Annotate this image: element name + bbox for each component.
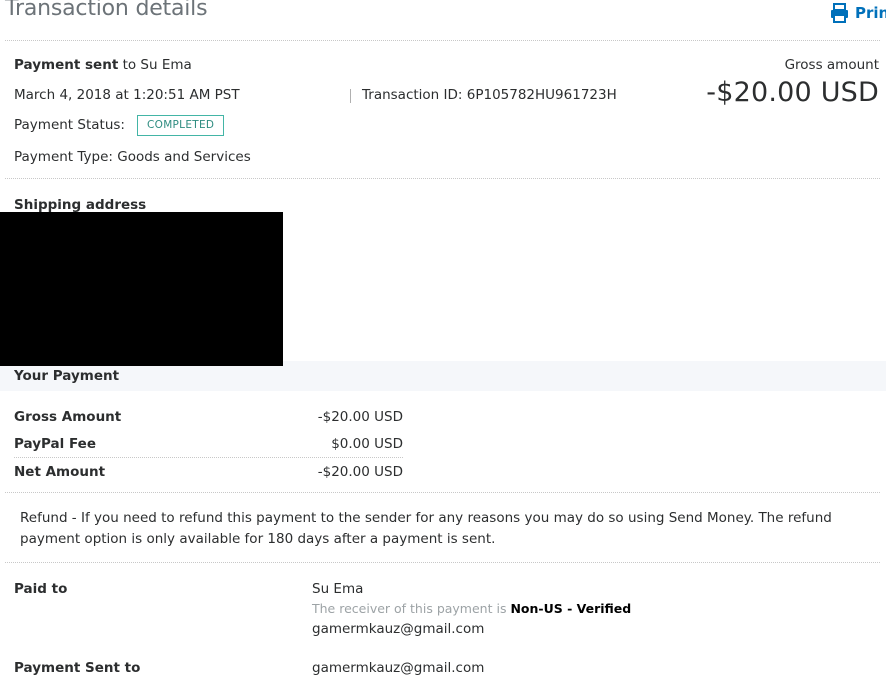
printer-icon <box>830 3 849 23</box>
paid-to-label: Paid to <box>14 581 68 597</box>
paypal-fee-row-label: PayPal Fee <box>14 436 96 452</box>
payment-type: Payment Type: Goods and Services <box>14 149 251 165</box>
payment-status-label: Payment Status: <box>14 117 125 133</box>
refund-note: Refund - If you need to refund this paym… <box>20 510 832 547</box>
payment-recipient: to Su Ema <box>118 57 192 73</box>
receiver-status-line: The receiver of this payment is Non-US -… <box>312 601 631 616</box>
transaction-details-page: Transaction details Print Payment sent t… <box>0 0 886 697</box>
divider <box>5 40 880 41</box>
gross-amount-row-label: Gross Amount <box>14 409 122 425</box>
transaction-id-value[interactable]: 6P105782HU961723H <box>467 87 617 103</box>
payment-sent-label: Payment sent <box>14 57 119 73</box>
divider <box>5 562 880 563</box>
transaction-id-line: Transaction ID: 6P105782HU961723H <box>362 87 617 103</box>
payment-datetime: March 4, 2018 at 1:20:51 AM PST <box>14 87 240 103</box>
redacted-address-block <box>0 212 283 366</box>
row-divider <box>14 457 403 458</box>
print-label: Print <box>855 4 886 22</box>
separator-bar <box>350 89 351 103</box>
page-title: Transaction details <box>5 0 208 21</box>
shipping-address-label: Shipping address <box>14 197 147 213</box>
paypal-fee-row-value: $0.00 USD <box>331 436 403 452</box>
receiver-verified-status: Non-US - Verified <box>510 601 632 616</box>
payment-sent-to-label: Payment Sent to <box>14 660 141 676</box>
payment-sent-line: Payment sent to Su Ema <box>14 57 192 73</box>
net-amount-row-value: -$20.00 USD <box>317 464 403 480</box>
gross-amount-value: -$20.00 USD <box>706 77 879 108</box>
your-payment-label: Your Payment <box>14 368 120 384</box>
paid-to-email[interactable]: gamermkauz@gmail.com <box>312 621 484 637</box>
status-badge: COMPLETED <box>137 115 225 136</box>
print-button[interactable]: Print <box>830 3 886 23</box>
transaction-id-label: Transaction ID: <box>362 87 463 103</box>
paid-to-name: Su Ema <box>312 581 364 597</box>
receiver-note: The receiver of this payment is <box>312 601 511 616</box>
divider <box>5 178 880 179</box>
gross-amount-row-value: -$20.00 USD <box>317 409 403 425</box>
divider <box>5 492 880 493</box>
payment-sent-to-email[interactable]: gamermkauz@gmail.com <box>312 660 484 676</box>
net-amount-row-label: Net Amount <box>14 464 106 480</box>
gross-amount-label: Gross amount <box>784 57 879 73</box>
